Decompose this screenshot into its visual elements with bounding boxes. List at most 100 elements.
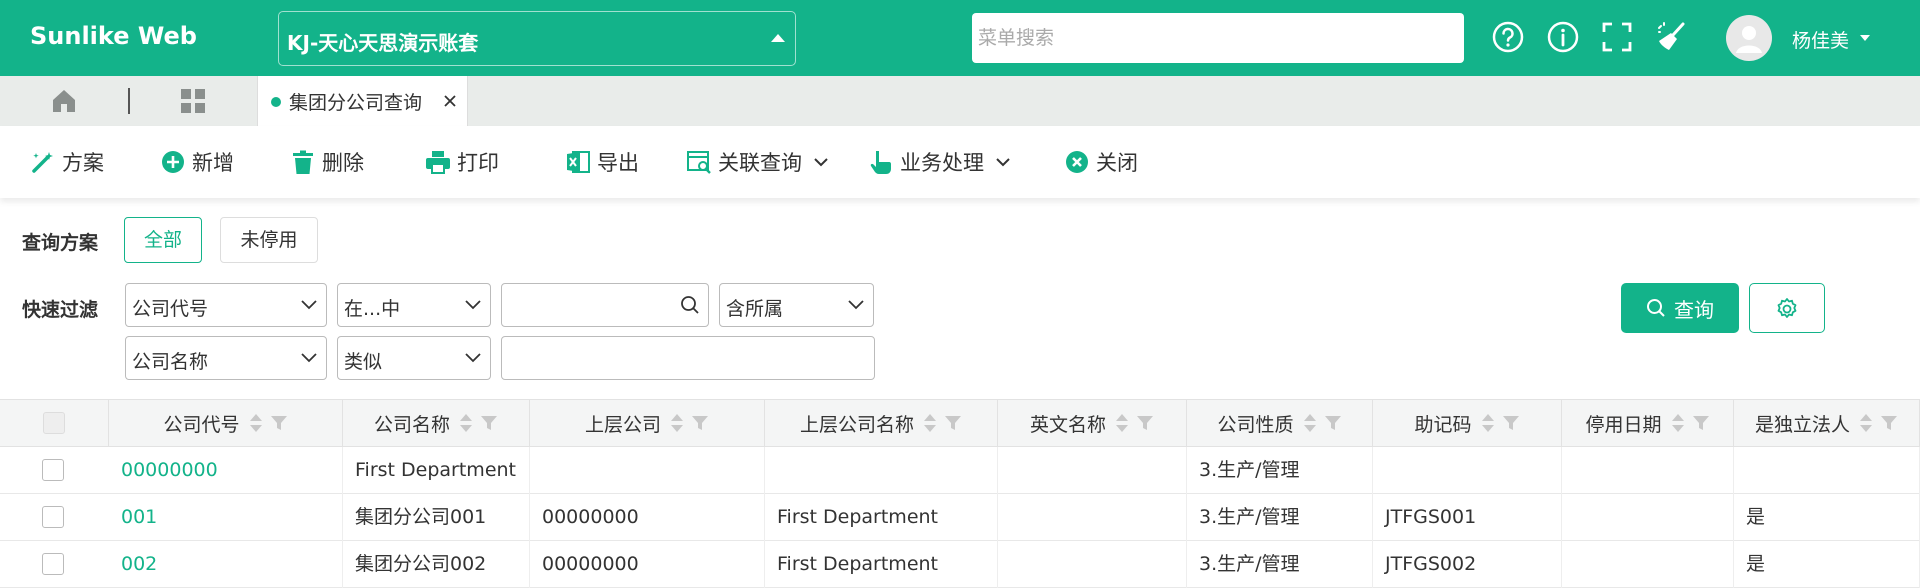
- related-query-label: 关联查询: [718, 151, 802, 175]
- fullscreen-icon[interactable]: [1600, 20, 1634, 54]
- close-button-label: 关闭: [1096, 151, 1138, 175]
- row-checkbox[interactable]: [42, 506, 64, 528]
- magic-wand-icon: [32, 152, 53, 173]
- scheme-all-button[interactable]: 全部: [124, 217, 202, 263]
- filter-icon[interactable]: [1136, 414, 1154, 432]
- column-header[interactable]: 助记码: [1373, 399, 1562, 447]
- table-cell: 00000000: [530, 494, 765, 541]
- column-header[interactable]: 上层公司名称: [765, 399, 998, 447]
- company-code-link[interactable]: 00000000: [109, 447, 343, 494]
- sort-icon[interactable]: [1670, 412, 1686, 434]
- table-cell: [1373, 447, 1562, 494]
- excel-file-icon: [567, 151, 590, 173]
- filter-icon[interactable]: [270, 414, 288, 432]
- toolbar: 方案 新增 删除 打印 导出 关联查询 业务处理 关闭: [0, 126, 1920, 198]
- filter-icon[interactable]: [944, 414, 962, 432]
- table-cell: [530, 447, 765, 494]
- tab-label: 集团分公司查询: [289, 92, 423, 114]
- export-button-label: 导出: [597, 151, 639, 175]
- column-header[interactable]: 公司代号: [109, 399, 343, 447]
- table-cell: 3.生产/管理: [1187, 494, 1373, 541]
- gear-icon: [1777, 298, 1797, 318]
- table-cell: [1562, 447, 1734, 494]
- related-query-button[interactable]: 关联查询: [686, 126, 830, 198]
- delete-button[interactable]: 删除: [290, 126, 364, 198]
- scheme-not-disabled-button[interactable]: 未停用: [220, 217, 318, 263]
- row-checkbox[interactable]: [42, 459, 64, 481]
- tab-company-query[interactable]: 集团分公司查询: [257, 76, 468, 126]
- apps-grid-icon[interactable]: [179, 87, 207, 115]
- scheme-button[interactable]: 方案: [30, 126, 104, 198]
- table-row[interactable]: 001 集团分公司001 00000000 First Department 3.生产/…: [0, 494, 1920, 541]
- filter-settings-button[interactable]: [1749, 283, 1825, 333]
- column-header[interactable]: 是独立法人: [1734, 399, 1920, 447]
- filter-scope-select[interactable]: 含所属: [719, 283, 874, 327]
- account-set-selector[interactable]: KJ-天心天思演示账套: [278, 11, 796, 66]
- help-circle-icon[interactable]: [1491, 20, 1525, 54]
- table-cell: [998, 447, 1187, 494]
- filter-operator-value-2: 类似: [344, 351, 383, 373]
- table-cell: [998, 541, 1187, 588]
- search-icon[interactable]: [680, 295, 700, 315]
- filter-operator-select-1[interactable]: 在...中: [337, 283, 491, 327]
- info-circle-icon[interactable]: [1546, 20, 1580, 54]
- caret-down-icon[interactable]: [1860, 35, 1870, 41]
- table-cell: First Department: [765, 494, 998, 541]
- table-cell: [998, 494, 1187, 541]
- filter-scope-value: 含所属: [726, 298, 784, 320]
- column-header-label: 公司代号: [163, 413, 240, 436]
- avatar[interactable]: [1726, 15, 1772, 61]
- filter-icon[interactable]: [1502, 414, 1520, 432]
- column-header-label: 助记码: [1414, 413, 1472, 436]
- column-header[interactable]: 上层公司: [530, 399, 765, 447]
- sort-icon[interactable]: [1114, 412, 1130, 434]
- close-icon[interactable]: [443, 94, 457, 108]
- sort-icon[interactable]: [248, 412, 264, 434]
- sort-icon[interactable]: [1480, 412, 1496, 434]
- company-code-link[interactable]: 002: [109, 541, 343, 588]
- sort-icon[interactable]: [669, 412, 685, 434]
- filter-operator-select-2[interactable]: 类似: [337, 336, 491, 380]
- business-process-button[interactable]: 业务处理: [868, 126, 1012, 198]
- add-button[interactable]: 新增: [160, 126, 234, 198]
- table-cell: First Department: [765, 541, 998, 588]
- table-row[interactable]: 00000000 First Department 3.生产/管理: [0, 447, 1920, 494]
- close-button[interactable]: 关闭: [1064, 126, 1138, 198]
- filter-field-select-2[interactable]: 公司名称: [125, 336, 327, 380]
- sort-icon[interactable]: [1302, 412, 1318, 434]
- select-all-checkbox[interactable]: [43, 412, 65, 434]
- filter-icon[interactable]: [1692, 414, 1710, 432]
- filter-field-select-1[interactable]: 公司代号: [125, 283, 327, 327]
- column-header[interactable]: 英文名称: [998, 399, 1187, 447]
- filter-value-input-1[interactable]: [501, 283, 709, 327]
- column-header-label: 上层公司名称: [799, 413, 914, 436]
- filter-field-value-1: 公司代号: [132, 298, 209, 320]
- home-icon[interactable]: [50, 87, 78, 115]
- filter-icon[interactable]: [480, 414, 498, 432]
- filter-value-input-2[interactable]: [501, 336, 875, 380]
- query-button[interactable]: 查询: [1621, 283, 1739, 333]
- filter-icon[interactable]: [1324, 414, 1342, 432]
- user-name[interactable]: 杨佳美: [1792, 26, 1849, 53]
- filter-icon[interactable]: [691, 414, 709, 432]
- export-button[interactable]: 导出: [565, 126, 639, 198]
- column-header[interactable]: 公司名称: [343, 399, 530, 447]
- row-checkbox[interactable]: [42, 553, 64, 575]
- column-header[interactable]: 停用日期: [1562, 399, 1734, 447]
- close-circle-icon: [1066, 151, 1088, 173]
- filter-icon[interactable]: [1880, 414, 1898, 432]
- table-cell: 是: [1734, 494, 1920, 541]
- filter-field-value-2: 公司名称: [132, 351, 209, 373]
- broom-clean-icon[interactable]: [1655, 20, 1689, 54]
- menu-search-input[interactable]: [972, 13, 1464, 63]
- column-header-label: 停用日期: [1585, 413, 1662, 436]
- sort-icon[interactable]: [922, 412, 938, 434]
- column-header-label: 是独立法人: [1754, 413, 1850, 436]
- sort-icon[interactable]: [458, 412, 474, 434]
- company-code-link[interactable]: 001: [109, 494, 343, 541]
- table-row[interactable]: 002 集团分公司002 00000000 First Department 3.生产/…: [0, 541, 1920, 588]
- sort-icon[interactable]: [1858, 412, 1874, 434]
- column-header[interactable]: 公司性质: [1187, 399, 1373, 447]
- table-cell: 集团分公司002: [343, 541, 530, 588]
- print-button[interactable]: 打印: [425, 126, 499, 198]
